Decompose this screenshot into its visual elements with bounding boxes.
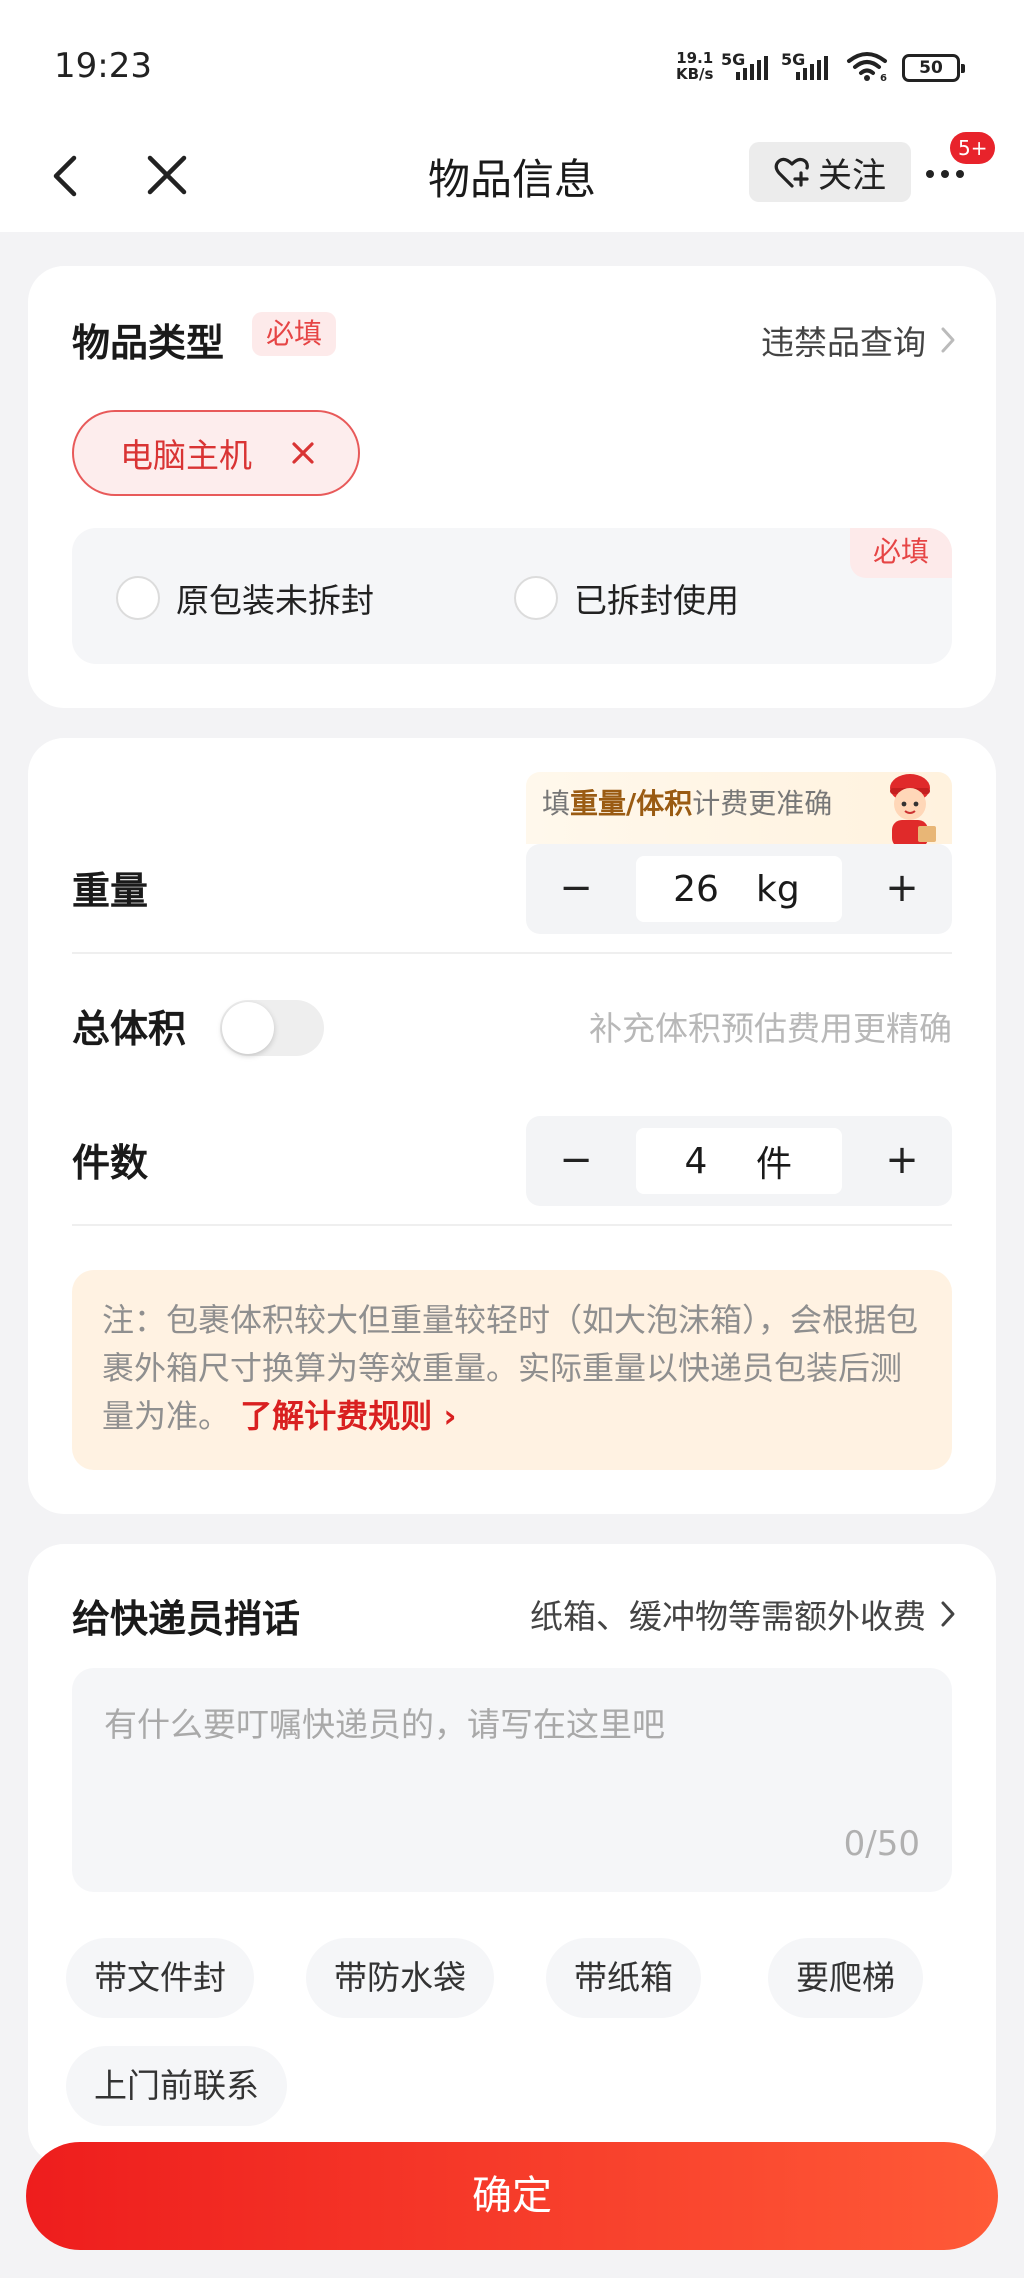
selected-item-label: 电脑主机 — [120, 436, 252, 475]
back-arrow-icon[interactable] — [46, 146, 86, 206]
follow-label: 关注 — [818, 155, 886, 196]
quick-chip-stairs[interactable]: 要爬梯 — [768, 1938, 923, 2018]
tip-suffix: 计费更准确 — [692, 787, 833, 820]
weight-value: 26 — [673, 868, 719, 910]
tip-banner: 填重量/体积计费更准确 — [526, 772, 952, 844]
item-type-card: 物品类型 必填 违禁品查询 电脑主机 必填 原包装未拆封 已拆封使用 — [28, 266, 996, 708]
selected-item-chip[interactable]: 电脑主机 — [72, 410, 360, 496]
packaging-required-tag: 必填 — [850, 528, 952, 578]
item-type-title: 物品类型 — [72, 321, 225, 365]
weight-decrement-button[interactable]: − — [526, 844, 626, 934]
volume-toggle[interactable] — [220, 1000, 324, 1056]
radio-option-opened[interactable]: 已拆封使用 — [514, 574, 739, 622]
volume-hint: 补充体积预估费用更精确 — [589, 1009, 952, 1048]
volume-label: 总体积 — [72, 1007, 187, 1051]
quick-chip-contact-before-visit[interactable]: 上门前联系 — [66, 2046, 287, 2126]
network-speed: 19.1 KB/s — [676, 50, 713, 82]
close-icon[interactable] — [142, 150, 192, 200]
notification-badge: 5+ — [950, 132, 996, 164]
quick-chip-document-envelope[interactable]: 带文件封 — [66, 1938, 254, 2018]
billing-note: 注：包裹体积较大但重量较轻时（如大泡沫箱），会根据包裹外箱尺寸换算为等效重量。实… — [72, 1270, 952, 1470]
weight-label: 重量 — [72, 869, 149, 913]
signal-2-icon — [796, 56, 828, 80]
courier-message-title: 给快递员捎话 — [72, 1597, 301, 1641]
weight-unit: kg — [756, 868, 800, 910]
courier-message-card: 给快递员捎话 纸箱、缓冲物等需额外收费 有什么要叮嘱快递员的，请写在这里吧 0/… — [28, 1544, 996, 2164]
remove-x-icon[interactable] — [290, 440, 316, 466]
radio-option-sealed[interactable]: 原包装未拆封 — [116, 574, 374, 622]
count-value-field[interactable]: 4 件 — [636, 1128, 842, 1194]
tip-prefix: 填 — [542, 787, 571, 820]
weight-stepper: − 26 kg + — [526, 844, 952, 934]
courier-mascot-icon — [890, 774, 936, 844]
weight-value-field[interactable]: 26 kg — [636, 856, 842, 922]
divider — [72, 1224, 952, 1226]
required-tag: 必填 — [252, 312, 337, 356]
tip-bold: 重量/体积 — [570, 787, 693, 820]
count-stepper: − 4 件 + — [526, 1116, 952, 1206]
network-speed-unit: KB/s — [676, 65, 714, 83]
status-time: 19:23 — [54, 46, 152, 86]
wifi-sub-label: 6 — [880, 73, 887, 82]
chevron-right-icon — [941, 1601, 955, 1627]
count-decrement-button[interactable]: − — [526, 1116, 626, 1206]
extra-fee-link[interactable]: 纸箱、缓冲物等需额外收费 — [530, 1590, 956, 1638]
extra-fee-label: 纸箱、缓冲物等需额外收费 — [530, 1597, 926, 1636]
courier-message-input[interactable]: 有什么要叮嘱快递员的，请写在这里吧 0/50 — [72, 1668, 952, 1892]
follow-button[interactable]: 关注 — [749, 142, 911, 202]
count-value: 4 — [684, 1140, 708, 1182]
billing-rules-link[interactable]: 了解计费规则 › — [240, 1397, 456, 1435]
contraband-query-link[interactable]: 违禁品查询 — [761, 316, 956, 364]
confirm-button[interactable]: 确定 — [26, 2142, 998, 2250]
billing-note-text: 注：包裹体积较大但重量较轻时（如大泡沫箱），会根据包裹外箱尺寸换算为等效重量。实… — [102, 1301, 919, 1435]
radio-circle-icon — [514, 576, 558, 620]
heart-plus-icon — [774, 157, 809, 188]
count-label: 件数 — [72, 1141, 149, 1185]
nav-bar: 物品信息 关注 — [0, 120, 1024, 232]
measure-card: 填重量/体积计费更准确 重量 − 26 kg + 总体积 补充体积预估费用更精确… — [28, 738, 996, 1514]
radio-label-opened: 已拆封使用 — [574, 581, 739, 620]
more-dots-icon — [926, 170, 964, 178]
count-increment-button[interactable]: + — [852, 1116, 952, 1206]
wifi-icon: 6 — [847, 52, 887, 82]
toggle-knob — [222, 1002, 274, 1054]
radio-circle-icon — [116, 576, 160, 620]
message-char-counter: 0/50 — [843, 1824, 920, 1864]
packaging-state-box: 必填 原包装未拆封 已拆封使用 — [72, 528, 952, 664]
quick-chip-carton[interactable]: 带纸箱 — [546, 1938, 701, 2018]
divider — [72, 952, 952, 954]
battery-icon: 50 — [902, 54, 965, 82]
signal-1-icon — [736, 56, 768, 80]
chevron-right-icon — [941, 327, 955, 353]
weight-increment-button[interactable]: + — [852, 844, 952, 934]
status-bar: 19:23 19.1 KB/s 5G 5G 6 50 — [0, 0, 1024, 120]
count-unit: 件 — [756, 1144, 793, 1185]
message-placeholder: 有什么要叮嘱快递员的，请写在这里吧 — [104, 1705, 665, 1744]
network-speed-value: 19.1 — [676, 49, 714, 67]
quick-chip-waterproof-bag[interactable]: 带防水袋 — [306, 1938, 494, 2018]
radio-label-sealed: 原包装未拆封 — [176, 581, 374, 620]
contraband-query-label: 违禁品查询 — [761, 323, 926, 362]
